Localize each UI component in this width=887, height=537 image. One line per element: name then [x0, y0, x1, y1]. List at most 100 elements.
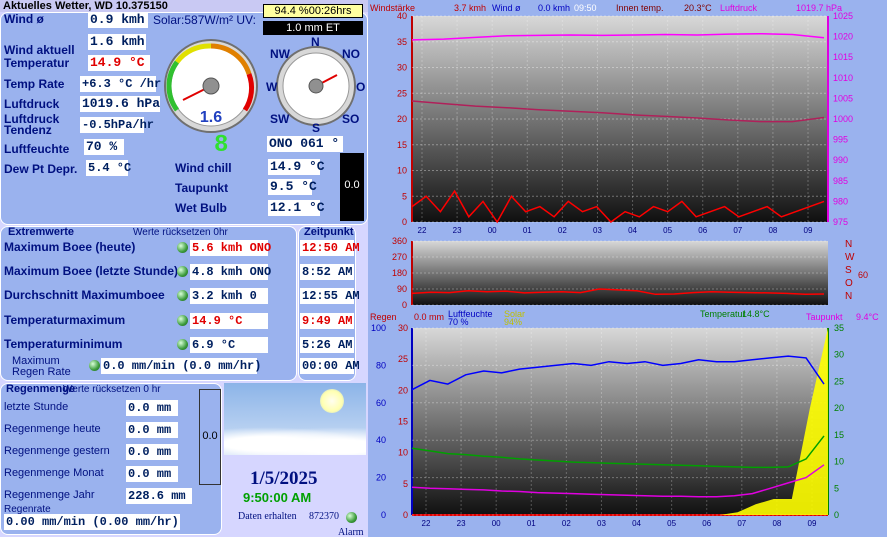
chart3-ytick-rain-6: 30 — [398, 323, 408, 333]
chart3-xtick-9: 07 — [737, 519, 746, 528]
pressure-label: Luftdruck — [4, 97, 60, 111]
chart2-extra-label: 60 — [858, 270, 868, 280]
chart1-legend-4: 09:50 — [574, 3, 597, 13]
et-box: 1.0 mm ET — [263, 21, 363, 35]
chart1-ytick-right-6: 1005 — [833, 93, 853, 103]
chart2-dir-label-0: N — [845, 239, 852, 250]
chart3-xtick-7: 05 — [667, 519, 676, 528]
temp-rate-label: Temp Rate — [4, 77, 65, 91]
chart3-xtick-5: 03 — [597, 519, 606, 528]
chart2-dir-label-3: O — [845, 278, 853, 289]
extreme-value-2: 3.2 kmh 0 — [190, 288, 268, 304]
compass-no: NO — [342, 47, 360, 61]
chart3-ytick-right-5: 25 — [834, 376, 844, 386]
rain-label-4: Regenmenge Jahr — [4, 489, 95, 501]
chart1-legend-0: Windstärke — [370, 3, 415, 13]
chart1-legend-2: Wind ø — [492, 3, 521, 13]
chart1-legend-8: 1019.7 hPa — [796, 3, 842, 13]
rain-value-3: 0.0 mm — [126, 466, 178, 482]
chart3-xtick-3: 01 — [527, 519, 536, 528]
extreme-led-5 — [89, 360, 100, 371]
chart1-xtick-10: 08 — [768, 226, 777, 235]
chart2-ytick-3: 270 — [392, 252, 407, 262]
alarm-label[interactable]: Alarm — [338, 527, 364, 537]
chart1-xtick-5: 03 — [593, 226, 602, 235]
chart1-ytick-left-1: 5 — [402, 191, 407, 201]
extreme-label-5: Maximum Regen Rate — [12, 355, 71, 378]
wind-direction-chart: 090180270360 NWSON60 — [392, 237, 868, 310]
windchill-label: Wind chill — [175, 161, 232, 175]
chart3-xtick-2: 00 — [492, 519, 501, 528]
chart1-ytick-right-0: 975 — [833, 217, 848, 227]
wetbulb-label: Wet Bulb — [175, 201, 227, 215]
rain-reset-note: Werte rücksetzen 0 hr — [63, 384, 161, 395]
chart1-ytick-right-9: 1020 — [833, 32, 853, 42]
extreme-value-5: 0.0 mm/min (0.0 mm/hr) — [101, 358, 262, 374]
chart3-ytick-rain-4: 20 — [398, 385, 408, 395]
chart2-ytick-0: 0 — [402, 300, 407, 310]
chart3-ytick-hum-3: 60 — [376, 398, 386, 408]
extreme-value-0: 5.6 kmh ONO — [190, 240, 272, 256]
chart1-xtick-4: 02 — [558, 226, 567, 235]
chart1-ytick-left-0: 0 — [402, 217, 407, 227]
wind-avg-value: 0.9 kmh — [88, 12, 148, 28]
chart1-xtick-1: 23 — [453, 226, 462, 235]
chart3-xtick-10: 08 — [772, 519, 781, 528]
chart1-ytick-right-3: 990 — [833, 155, 848, 165]
gauge-value: 1.6 — [200, 109, 222, 126]
chart1-ytick-left-2: 10 — [397, 166, 407, 176]
dewdep-label: Dew Pt Depr. — [4, 162, 78, 176]
rain-total-bar: 0.0 — [199, 389, 221, 485]
wetbulb-value: 12.1 °C — [268, 200, 325, 216]
extreme-label-1: Maximum Boee (letzte Stunde) — [4, 264, 179, 278]
extreme-label-0: Maximum Boee (heute) — [4, 240, 136, 254]
chart3-ytick-right-6: 30 — [834, 350, 844, 360]
chart1-xtick-7: 05 — [663, 226, 672, 235]
extreme-value-3: 14.9 °C — [190, 313, 268, 329]
chart3-xtick-0: 22 — [422, 519, 431, 528]
temp-label: Temperatur — [4, 56, 70, 70]
chart2-dir-label-1: W — [845, 252, 855, 263]
chart1-xtick-9: 07 — [733, 226, 742, 235]
chart3-ytick-rain-5: 25 — [398, 354, 408, 364]
compass-w: W — [266, 80, 278, 94]
chart3-ytick-hum-5: 100 — [371, 323, 386, 333]
chart2-ytick-4: 360 — [392, 237, 407, 246]
extreme-label-3: Temperaturmaximum — [4, 313, 126, 327]
chart1-xtick-8: 06 — [698, 226, 707, 235]
compass-so: SO — [342, 112, 360, 126]
time-display: 9:50:00 AM — [243, 490, 312, 505]
temp-value: 14.9 °C — [88, 55, 150, 71]
wind-now-value: 1.6 kmh — [88, 34, 146, 50]
chart3-ytick-hum-0: 0 — [381, 510, 386, 520]
chart3-legend-8: Taupunkt — [806, 312, 843, 322]
chart3-ytick-rain-2: 10 — [398, 448, 408, 458]
extremes-header: Extremwerte — [8, 226, 75, 238]
chart1-legend-5: Innen temp. — [616, 3, 664, 13]
extremes-reset-note: Werte rücksetzen 0hr — [133, 227, 228, 238]
extreme-value-4: 6.9 °C — [190, 337, 268, 353]
pressure-trend-value: -0.5hPa/hr — [80, 117, 155, 133]
compass-sw: SW — [270, 112, 290, 126]
weather-display-window: Aktuelles Wetter, WD 10.375150 94.4 %00:… — [0, 0, 887, 537]
rain-label-1: Regenmenge heute — [4, 423, 101, 435]
compass-o: O — [356, 80, 366, 94]
chart1-ytick-right-8: 1015 — [833, 52, 853, 62]
rain-label-2: Regenmenge gestern — [4, 445, 110, 457]
windchill-value: 14.9 °C — [268, 159, 325, 175]
pressure-trend-label2: Tendenz — [4, 123, 52, 137]
humidity-temp-chart: 0204060801000510152025300510152025303522… — [370, 310, 879, 528]
extreme-led-1 — [177, 266, 188, 277]
chart1-ytick-right-7: 1010 — [833, 73, 853, 83]
extreme-time-3: 9:49 AM — [300, 313, 354, 329]
dewpoint-label: Taupunkt — [175, 181, 229, 195]
compass-nw: NW — [270, 47, 290, 61]
chart1-legend-6: 20.3°C — [684, 3, 712, 13]
chart3-ytick-hum-4: 80 — [376, 360, 386, 370]
wind-dir-value: ONO 061 ° — [267, 136, 343, 152]
chart3-legend-5: 94% — [504, 317, 522, 327]
solar-percent-box: 94.4 %00:26hrs — [263, 4, 363, 18]
chart1-ytick-right-5: 1000 — [833, 114, 853, 124]
chart3-ytick-hum-1: 20 — [376, 473, 386, 483]
date-display: 1/5/2025 — [250, 468, 318, 489]
